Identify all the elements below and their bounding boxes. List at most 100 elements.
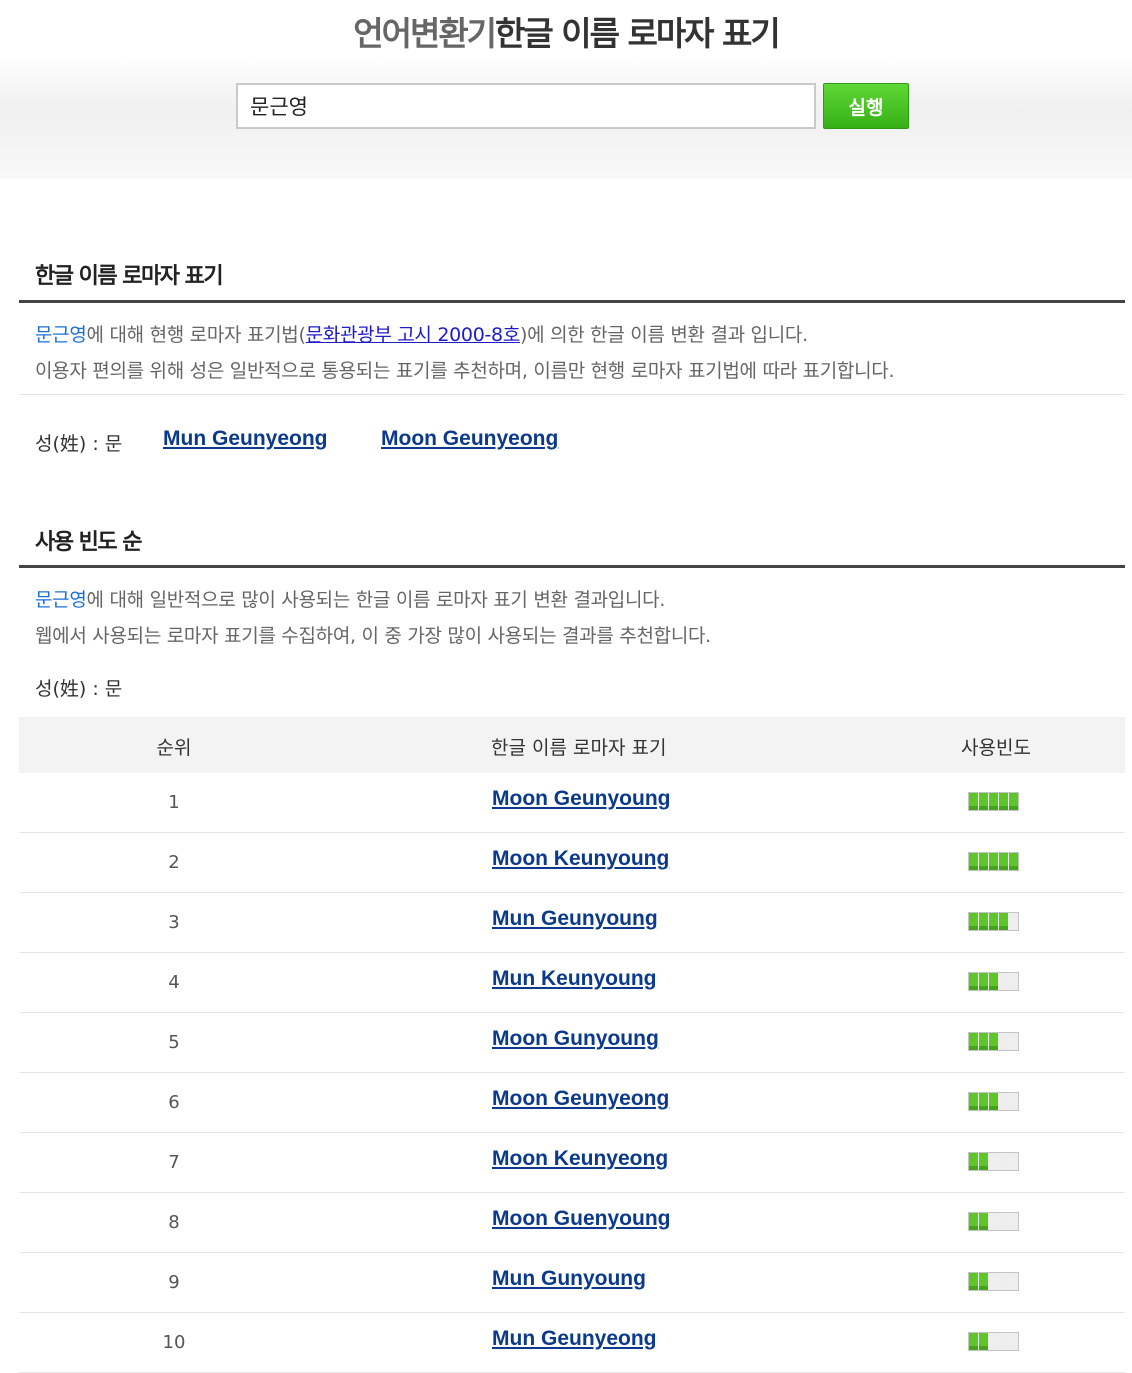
rank-cell: 9 [168, 1272, 180, 1293]
frequency-bar-segment [999, 913, 1008, 930]
romanized-name-link[interactable]: Mun Geunyeong [492, 1327, 657, 1351]
frequency-bar-segment [1009, 1213, 1018, 1230]
frequency-bar-segment [969, 793, 978, 810]
page-title: 언어변환기한글 이름 로마자 표기 [0, 10, 1132, 58]
frequency-bar-segment [969, 853, 978, 870]
frequency-bar [968, 1092, 1019, 1111]
frequency-bar-segment [969, 913, 978, 930]
frequency-bar-segment [979, 853, 988, 870]
frequency-bar-segment [979, 1213, 988, 1230]
romanized-name-link[interactable]: Moon Keunyoung [492, 847, 669, 871]
section-title-romanization: 한글 이름 로마자 표기 [35, 264, 224, 289]
rank-cell: 4 [168, 972, 180, 993]
romanized-name-link[interactable]: Moon Geunyeong [492, 1087, 669, 1111]
frequency-bar-segment [1009, 1273, 1018, 1290]
frequency-bar-segment [979, 973, 988, 990]
column-header-romanization: 한글 이름 로마자 표기 [491, 737, 667, 759]
table-row: 8 Moon Guenyoung [19, 1193, 1125, 1253]
query-name: 문근영 [35, 324, 87, 346]
frequency-bar-segment [999, 1273, 1008, 1290]
table-row: 2 Moon Keunyoung [19, 833, 1125, 893]
table-body: 1 Moon Geunyoung 2 Moon Keunyoung 3 Mun Geuny… [19, 773, 1125, 1373]
frequency-bar [968, 1332, 1019, 1351]
frequency-bar-segment [989, 793, 998, 810]
frequency-bar-segment [999, 973, 1008, 990]
rank-cell: 2 [168, 852, 180, 873]
frequency-bar-segment [979, 913, 988, 930]
frequency-bar-segment [969, 1153, 978, 1170]
frequency-bar [968, 1272, 1019, 1291]
section-title-frequency: 사용 빈도 순 [35, 530, 143, 555]
frequency-bar [968, 912, 1019, 931]
romanized-name-link[interactable]: Mun Geunyoung [492, 907, 658, 931]
romanized-name-link[interactable]: Moon Geunyoung [492, 787, 670, 811]
frequency-table: 순위 한글 이름 로마자 표기 사용빈도 1 Moon Geunyoung 2 Moo… [19, 717, 1125, 1373]
section1-description-line2: 이용자 편의를 위해 성은 일반적으로 통용되는 표기를 추천하며, 이름만 현… [35, 360, 895, 382]
frequency-bar-segment [999, 1033, 1008, 1050]
table-header: 순위 한글 이름 로마자 표기 사용빈도 [19, 717, 1125, 773]
romanized-result-link[interactable]: Mun Geunyeong [163, 427, 328, 451]
frequency-bar-segment [989, 1153, 998, 1170]
frequency-bar-segment [999, 1093, 1008, 1110]
frequency-bar-segment [1009, 1033, 1018, 1050]
search-input[interactable] [236, 83, 816, 129]
frequency-bar-segment [999, 1333, 1008, 1350]
section-divider [19, 565, 1125, 568]
table-row: 5 Moon Gunyoung [19, 1013, 1125, 1073]
section1-description-line1: 문근영에 대해 현행 로마자 표기법(문화관광부 고시 2000-8호)에 의한… [35, 324, 808, 346]
frequency-bar-segment [989, 1033, 998, 1050]
table-row: 1 Moon Geunyoung [19, 773, 1125, 833]
table-row: 9 Mun Gunyoung [19, 1253, 1125, 1313]
romanized-result-link[interactable]: Moon Geunyeong [381, 427, 558, 451]
frequency-bar-segment [989, 853, 998, 870]
frequency-bar-segment [979, 1153, 988, 1170]
frequency-bar-segment [1009, 1093, 1018, 1110]
rank-cell: 6 [168, 1092, 180, 1113]
romanized-name-link[interactable]: Moon Gunyoung [492, 1027, 659, 1051]
frequency-bar-segment [989, 1273, 998, 1290]
frequency-bar-segment [1009, 1333, 1018, 1350]
table-row: 4 Mun Keunyoung [19, 953, 1125, 1013]
frequency-bar-segment [979, 1273, 988, 1290]
frequency-bar [968, 1212, 1019, 1231]
frequency-bar-segment [1009, 853, 1018, 870]
frequency-bar-segment [1009, 973, 1018, 990]
column-header-frequency: 사용빈도 [961, 737, 1031, 759]
query-name: 문근영 [35, 589, 87, 611]
header: 언어변환기한글 이름 로마자 표기 실행 [0, 0, 1132, 179]
romanized-name-link[interactable]: Mun Keunyoung [492, 967, 656, 991]
frequency-bar-segment [1009, 1153, 1018, 1170]
frequency-bar [968, 972, 1019, 991]
frequency-bar [968, 852, 1019, 871]
frequency-bar-segment [979, 1333, 988, 1350]
surname-label: 성(姓) : 문 [35, 678, 123, 700]
law-link[interactable]: 문화관광부 고시 2000-8호 [306, 324, 521, 346]
frequency-bar-segment [969, 973, 978, 990]
section2-description-line1: 문근영에 대해 일반적으로 많이 사용되는 한글 이름 로마자 표기 변환 결과… [35, 589, 666, 611]
frequency-bar-segment [979, 1033, 988, 1050]
section-divider [19, 300, 1125, 303]
rank-cell: 10 [162, 1332, 186, 1353]
frequency-bar-segment [969, 1033, 978, 1050]
column-header-rank: 순위 [156, 737, 192, 759]
frequency-bar-segment [989, 1333, 998, 1350]
romanized-name-link[interactable]: Moon Guenyoung [492, 1207, 670, 1231]
romanized-name-link[interactable]: Mun Gunyoung [492, 1267, 646, 1291]
table-row: 6 Moon Geunyeong [19, 1073, 1125, 1133]
frequency-bar-segment [999, 1153, 1008, 1170]
run-button[interactable]: 실행 [823, 83, 909, 129]
table-row: 7 Moon Keunyeong [19, 1133, 1125, 1193]
section2-description-line2: 웹에서 사용되는 로마자 표기를 수집하여, 이 중 가장 많이 사용되는 결과… [35, 625, 711, 647]
frequency-bar-segment [969, 1273, 978, 1290]
frequency-bar [968, 792, 1019, 811]
romanized-name-link[interactable]: Moon Keunyeong [492, 1147, 668, 1171]
rank-cell: 8 [168, 1212, 180, 1233]
frequency-bar-segment [989, 1093, 998, 1110]
title-brand[interactable]: 언어변환기 [353, 14, 497, 53]
table-row: 3 Mun Geunyoung [19, 893, 1125, 953]
frequency-bar-segment [969, 1213, 978, 1230]
rank-cell: 5 [168, 1032, 180, 1053]
frequency-bar [968, 1152, 1019, 1171]
table-row: 10 Mun Geunyeong [19, 1313, 1125, 1373]
frequency-bar-segment [969, 1333, 978, 1350]
